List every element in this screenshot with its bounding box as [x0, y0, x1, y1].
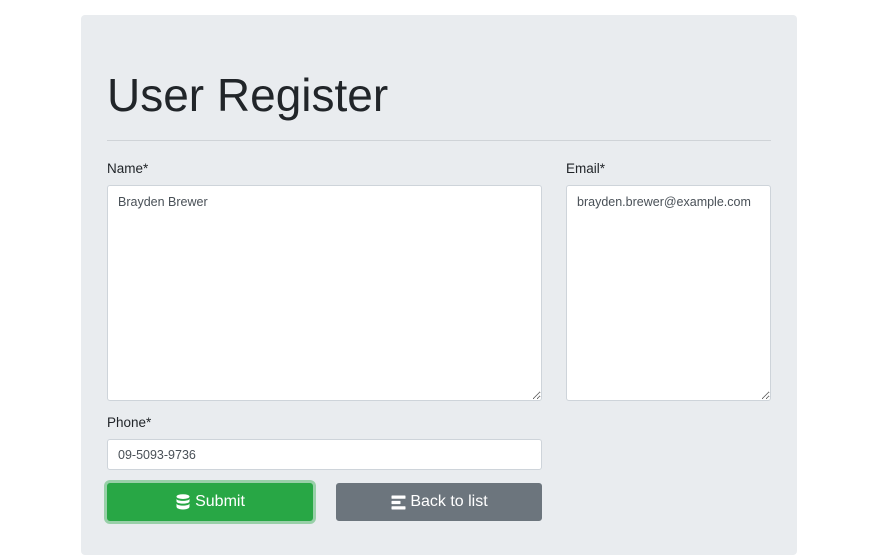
page-title: User Register: [107, 69, 389, 121]
submit-button[interactable]: Submit: [107, 483, 313, 521]
title-divider: [107, 140, 771, 141]
email-field[interactable]: brayden.brewer@example.com: [566, 185, 771, 401]
name-field[interactable]: Brayden Brewer: [107, 185, 542, 401]
back-to-list-button[interactable]: Back to list: [336, 483, 542, 521]
register-panel: User Register Name* Brayden Brewer Email…: [81, 15, 797, 555]
phone-label: Phone*: [107, 415, 152, 430]
database-icon: [175, 494, 191, 510]
back-to-list-button-label: Back to list: [410, 493, 488, 510]
list-icon: [390, 494, 406, 510]
submit-button-label: Submit: [195, 493, 245, 510]
email-label: Email*: [566, 161, 606, 176]
phone-field[interactable]: [107, 439, 542, 470]
name-label: Name*: [107, 161, 149, 176]
